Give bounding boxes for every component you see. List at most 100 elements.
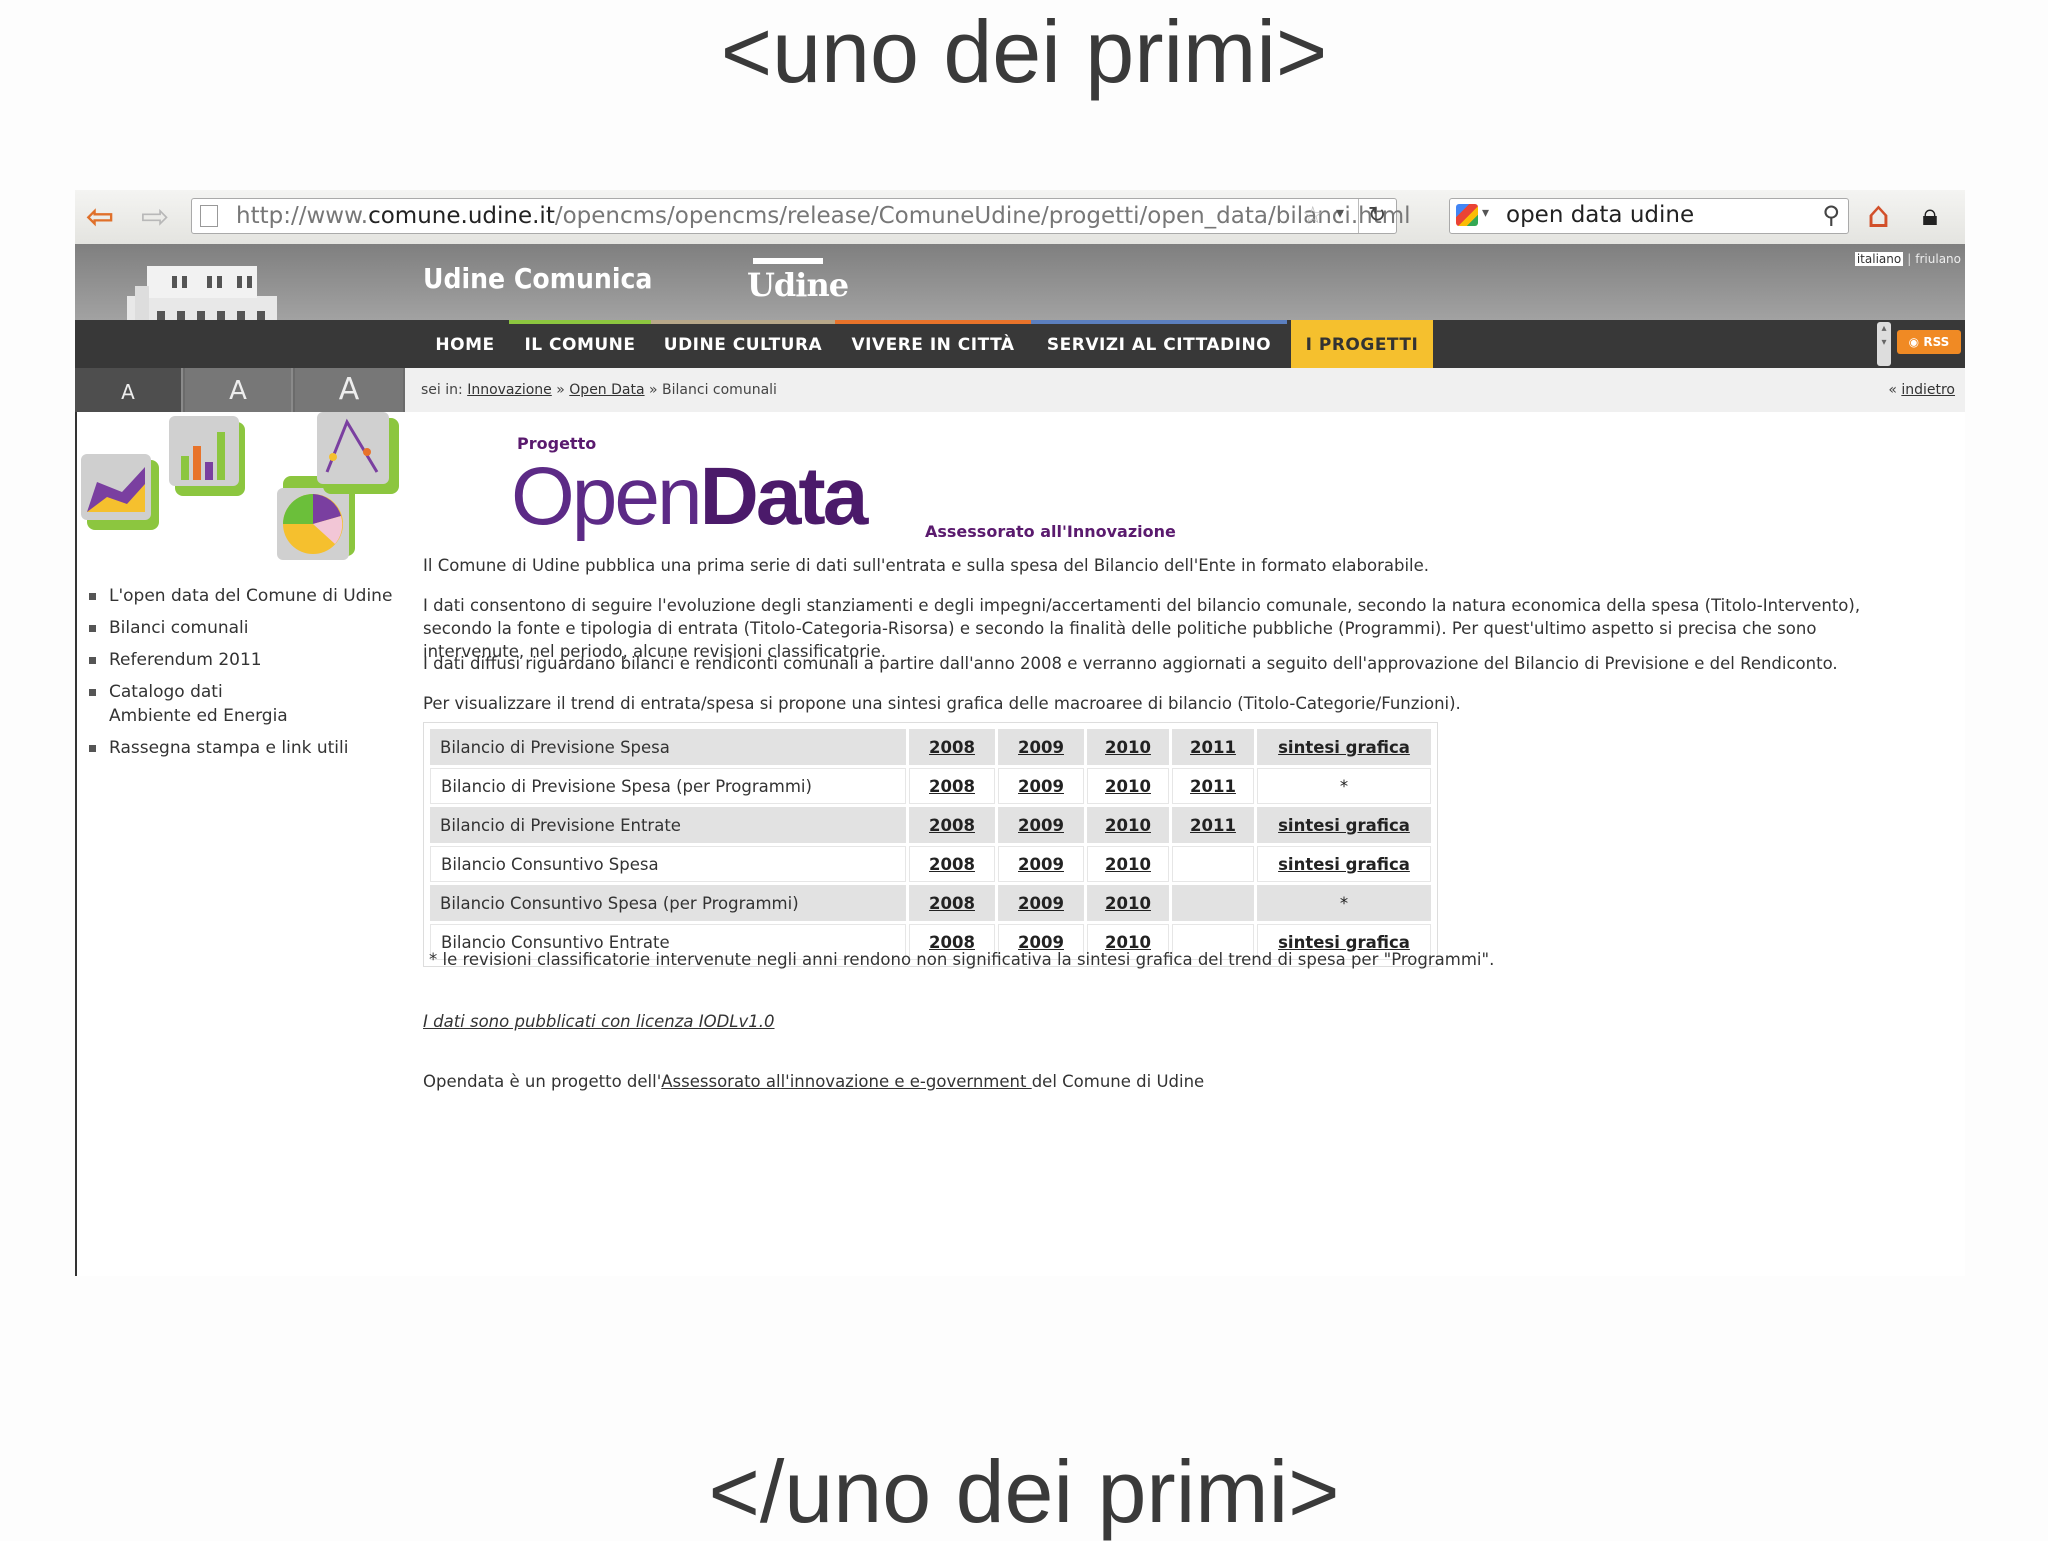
nav-servizi-al-cittadino[interactable]: SERVIZI AL CITTADINO (1031, 320, 1287, 368)
table-row: Bilancio Consuntivo Spesa (per Programmi… (430, 885, 1431, 921)
indietro-link[interactable]: indietro (1901, 382, 1955, 398)
lang-friulano-link[interactable]: friulano (1915, 252, 1961, 266)
year-link-2011 (1172, 885, 1254, 921)
trend-paragraph: Per visualizzare il trend di entrata/spe… (423, 694, 1461, 713)
year-link-2011[interactable]: 2011 (1172, 768, 1254, 804)
side-menu: L'open data del Comune di Udine Bilanci … (87, 584, 399, 768)
slide-title-bottom: </uno dei primi> (708, 1442, 1340, 1541)
sidebar-item-referendum[interactable]: Referendum 2011 (87, 648, 399, 672)
home-icon[interactable]: ⌂ (1867, 196, 1890, 236)
rss-button[interactable]: ◉ RSS (1897, 330, 1961, 354)
license-link[interactable]: I dati sono pubblicati con licenza IODLv… (423, 1012, 775, 1031)
year-link-2011[interactable]: 2011 (1172, 807, 1254, 843)
sintesi-grafica-link: * (1257, 885, 1431, 921)
lock-icon[interactable]: 🔒︎ (1922, 194, 1938, 238)
year-link-2009[interactable]: 2009 (998, 885, 1084, 921)
sidebar-item-open-data[interactable]: L'open data del Comune di Udine (87, 584, 399, 608)
year-link-2010[interactable]: 2010 (1087, 807, 1169, 843)
back-link: « indietro (1888, 382, 1955, 398)
nav-vivere-in-citta[interactable]: VIVERE IN CITTÀ (835, 320, 1031, 368)
bookmark-star-icon[interactable]: ☆ (1302, 201, 1324, 229)
city-logo[interactable]: Udine (747, 258, 849, 308)
sidebar-item-bilanci[interactable]: Bilanci comunali (87, 616, 399, 640)
nav-i-progetti[interactable]: I PROGETTI (1291, 320, 1433, 368)
sidebar-item-catalogo[interactable]: Catalogo dati Ambiente ed Energia (87, 680, 309, 728)
bilanci-table: Bilancio di Previsione Spesa 2008 2009 2010… (423, 722, 1438, 967)
forward-arrow-icon[interactable]: ⇨ (135, 198, 175, 236)
year-link-2010[interactable]: 2010 (1087, 885, 1169, 921)
browser-screenshot: ⇦ ⇨ http://www.comune.udine.it/opencms/o… (75, 190, 1965, 1276)
year-link-2009[interactable]: 2009 (998, 807, 1084, 843)
row-label: Bilancio Consuntivo Spesa (per Programmi… (430, 885, 906, 921)
nav-scroll-arrows[interactable]: ▴ ▾ (1877, 322, 1891, 366)
back-arrow-icon[interactable]: ⇦ (80, 198, 120, 236)
search-input[interactable]: open data udine (1506, 202, 1694, 228)
year-link-2008[interactable]: 2008 (909, 846, 995, 882)
year-link-2010[interactable]: 2010 (1087, 729, 1169, 765)
breadcrumb-bar: sei in: Innovazione » Open Data » Bilanc… (405, 368, 1965, 413)
magnifier-icon[interactable]: ⚲ (1822, 201, 1840, 229)
nav-il-comune[interactable]: IL COMUNE (509, 320, 651, 368)
year-link-2008[interactable]: 2008 (909, 807, 995, 843)
year-link-2010[interactable]: 2010 (1087, 768, 1169, 804)
assessorato-link[interactable]: Assessorato all'innovazione e e-governme… (661, 1072, 1031, 1091)
breadcrumb-current: Bilanci comunali (662, 382, 777, 398)
url-text[interactable]: http://www.comune.udine.it/opencms/openc… (236, 203, 1411, 229)
row-label: Bilancio Consuntivo Spesa (430, 846, 906, 882)
font-small-button[interactable]: A (75, 368, 183, 412)
credits: Opendata è un progetto dell'Assessorato … (423, 1072, 1205, 1091)
sintesi-grafica-link[interactable]: sintesi grafica (1257, 846, 1431, 882)
sintesi-grafica-link: * (1257, 768, 1431, 804)
language-switch: italiano | friulano (1854, 252, 1961, 266)
year-link-2011[interactable]: 2011 (1172, 729, 1254, 765)
year-link-2009[interactable]: 2009 (998, 768, 1084, 804)
font-large-button[interactable]: A (295, 368, 403, 412)
sidebar-item-rassegna[interactable]: Rassegna stampa e link utili (87, 736, 399, 760)
browser-toolbar: ⇦ ⇨ http://www.comune.udine.it/opencms/o… (75, 190, 1965, 244)
nav-home[interactable]: HOME (421, 320, 509, 368)
rss-icon: ◉ (1908, 335, 1924, 349)
intro-paragraph: Il Comune di Udine pubblica una prima se… (423, 556, 1430, 575)
table-row: Bilancio di Previsione Entrate 2008 2009 20… (430, 807, 1431, 843)
scope-paragraph: I dati diffusi riguardano bilanci e rend… (423, 654, 1838, 673)
sintesi-grafica-link[interactable]: sintesi grafica (1257, 729, 1431, 765)
year-link-2008[interactable]: 2008 (909, 885, 995, 921)
breadcrumb: sei in: Innovazione » Open Data » Bilanc… (421, 382, 777, 398)
url-bar[interactable]: http://www.comune.udine.it/opencms/openc… (191, 198, 1411, 234)
breadcrumb-open-data[interactable]: Open Data (569, 382, 644, 398)
dropdown-icon[interactable]: ▾ (1336, 203, 1344, 222)
city-logo-text: Udine (747, 266, 849, 304)
year-link-2011 (1172, 846, 1254, 882)
search-bar[interactable]: ▾ open data udine ⚲ (1449, 198, 1849, 234)
opendata-logo: OpenData (511, 451, 868, 542)
google-icon[interactable] (1456, 204, 1478, 226)
table-row: Bilancio di Previsione Spesa 2008 2009 2010… (430, 729, 1431, 765)
main-nav: HOME IL COMUNE UDINE CULTURA VIVERE IN C… (75, 320, 1965, 368)
nav-udine-cultura[interactable]: UDINE CULTURA (651, 320, 835, 368)
year-link-2008[interactable]: 2008 (909, 729, 995, 765)
row-label: Bilancio di Previsione Entrate (430, 807, 906, 843)
font-size-controls: A A A (75, 368, 405, 412)
year-link-2009[interactable]: 2009 (998, 729, 1084, 765)
engine-dropdown-icon[interactable]: ▾ (1482, 205, 1489, 221)
page-icon (200, 205, 218, 227)
site-name[interactable]: Udine Comunica (423, 262, 652, 295)
sintesi-grafica-link[interactable]: sintesi grafica (1257, 807, 1431, 843)
left-sidebar: L'open data del Comune di Udine Bilanci … (75, 412, 405, 1276)
year-link-2008[interactable]: 2008 (909, 768, 995, 804)
site-header: Udine Comunica Udine italiano | friulano H… (75, 244, 1965, 434)
reload-icon[interactable]: ↻ (1358, 199, 1395, 233)
row-label: Bilancio di Previsione Spesa (per Progra… (430, 768, 906, 804)
main-content: Progetto OpenData Assessorato all'Innova… (405, 412, 1965, 1276)
row-label: Bilancio di Previsione Spesa (430, 729, 906, 765)
table-row: Bilancio di Previsione Spesa (per Progra… (430, 768, 1431, 804)
breadcrumb-innovazione[interactable]: Innovazione (467, 382, 552, 398)
font-medium-button[interactable]: A (185, 368, 293, 412)
header-band (75, 244, 1965, 320)
chart-illustrations (81, 412, 399, 560)
slide-title-top: <uno dei primi> (720, 2, 1328, 101)
lang-italiano-link[interactable]: italiano (1854, 252, 1904, 266)
year-link-2009[interactable]: 2009 (998, 846, 1084, 882)
table-row: Bilancio Consuntivo Spesa 2008 2009 2010 sin… (430, 846, 1431, 882)
year-link-2010[interactable]: 2010 (1087, 846, 1169, 882)
